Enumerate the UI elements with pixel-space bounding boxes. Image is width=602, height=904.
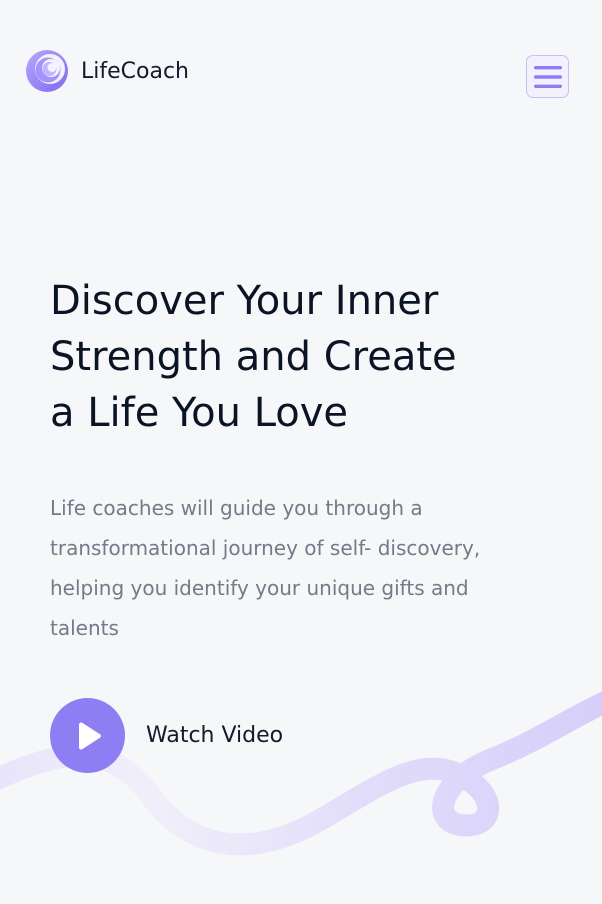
hamburger-menu-icon	[533, 65, 562, 88]
hero-title-line: Discover Your Inner	[50, 278, 439, 324]
hero-description: Life coaches will guide you through a tr…	[50, 488, 570, 648]
play-icon	[78, 721, 101, 750]
hero-description-line: Life coaches will guide you through a	[50, 496, 423, 520]
hero-title-line: a Life You Love	[50, 390, 349, 436]
brand-logo[interactable]: LifeCoach	[25, 49, 189, 93]
site-header: LifeCoach	[0, 0, 602, 150]
hero-description-line: helping you identify your unique gifts a…	[50, 576, 469, 600]
hero-description-line: talents	[50, 616, 119, 640]
hero-title: Discover Your Inner Strength and Create …	[50, 273, 550, 441]
watch-video-label: Watch Video	[146, 723, 284, 748]
hero-description-line: transformational journey of self- discov…	[50, 536, 481, 560]
brand-name: LifeCoach	[81, 58, 189, 84]
menu-button[interactable]	[526, 55, 569, 98]
hero-title-line: Strength and Create	[50, 334, 457, 380]
play-button[interactable]	[50, 698, 125, 773]
watch-video-button[interactable]: Watch Video	[50, 698, 283, 773]
logo-icon	[26, 50, 68, 92]
